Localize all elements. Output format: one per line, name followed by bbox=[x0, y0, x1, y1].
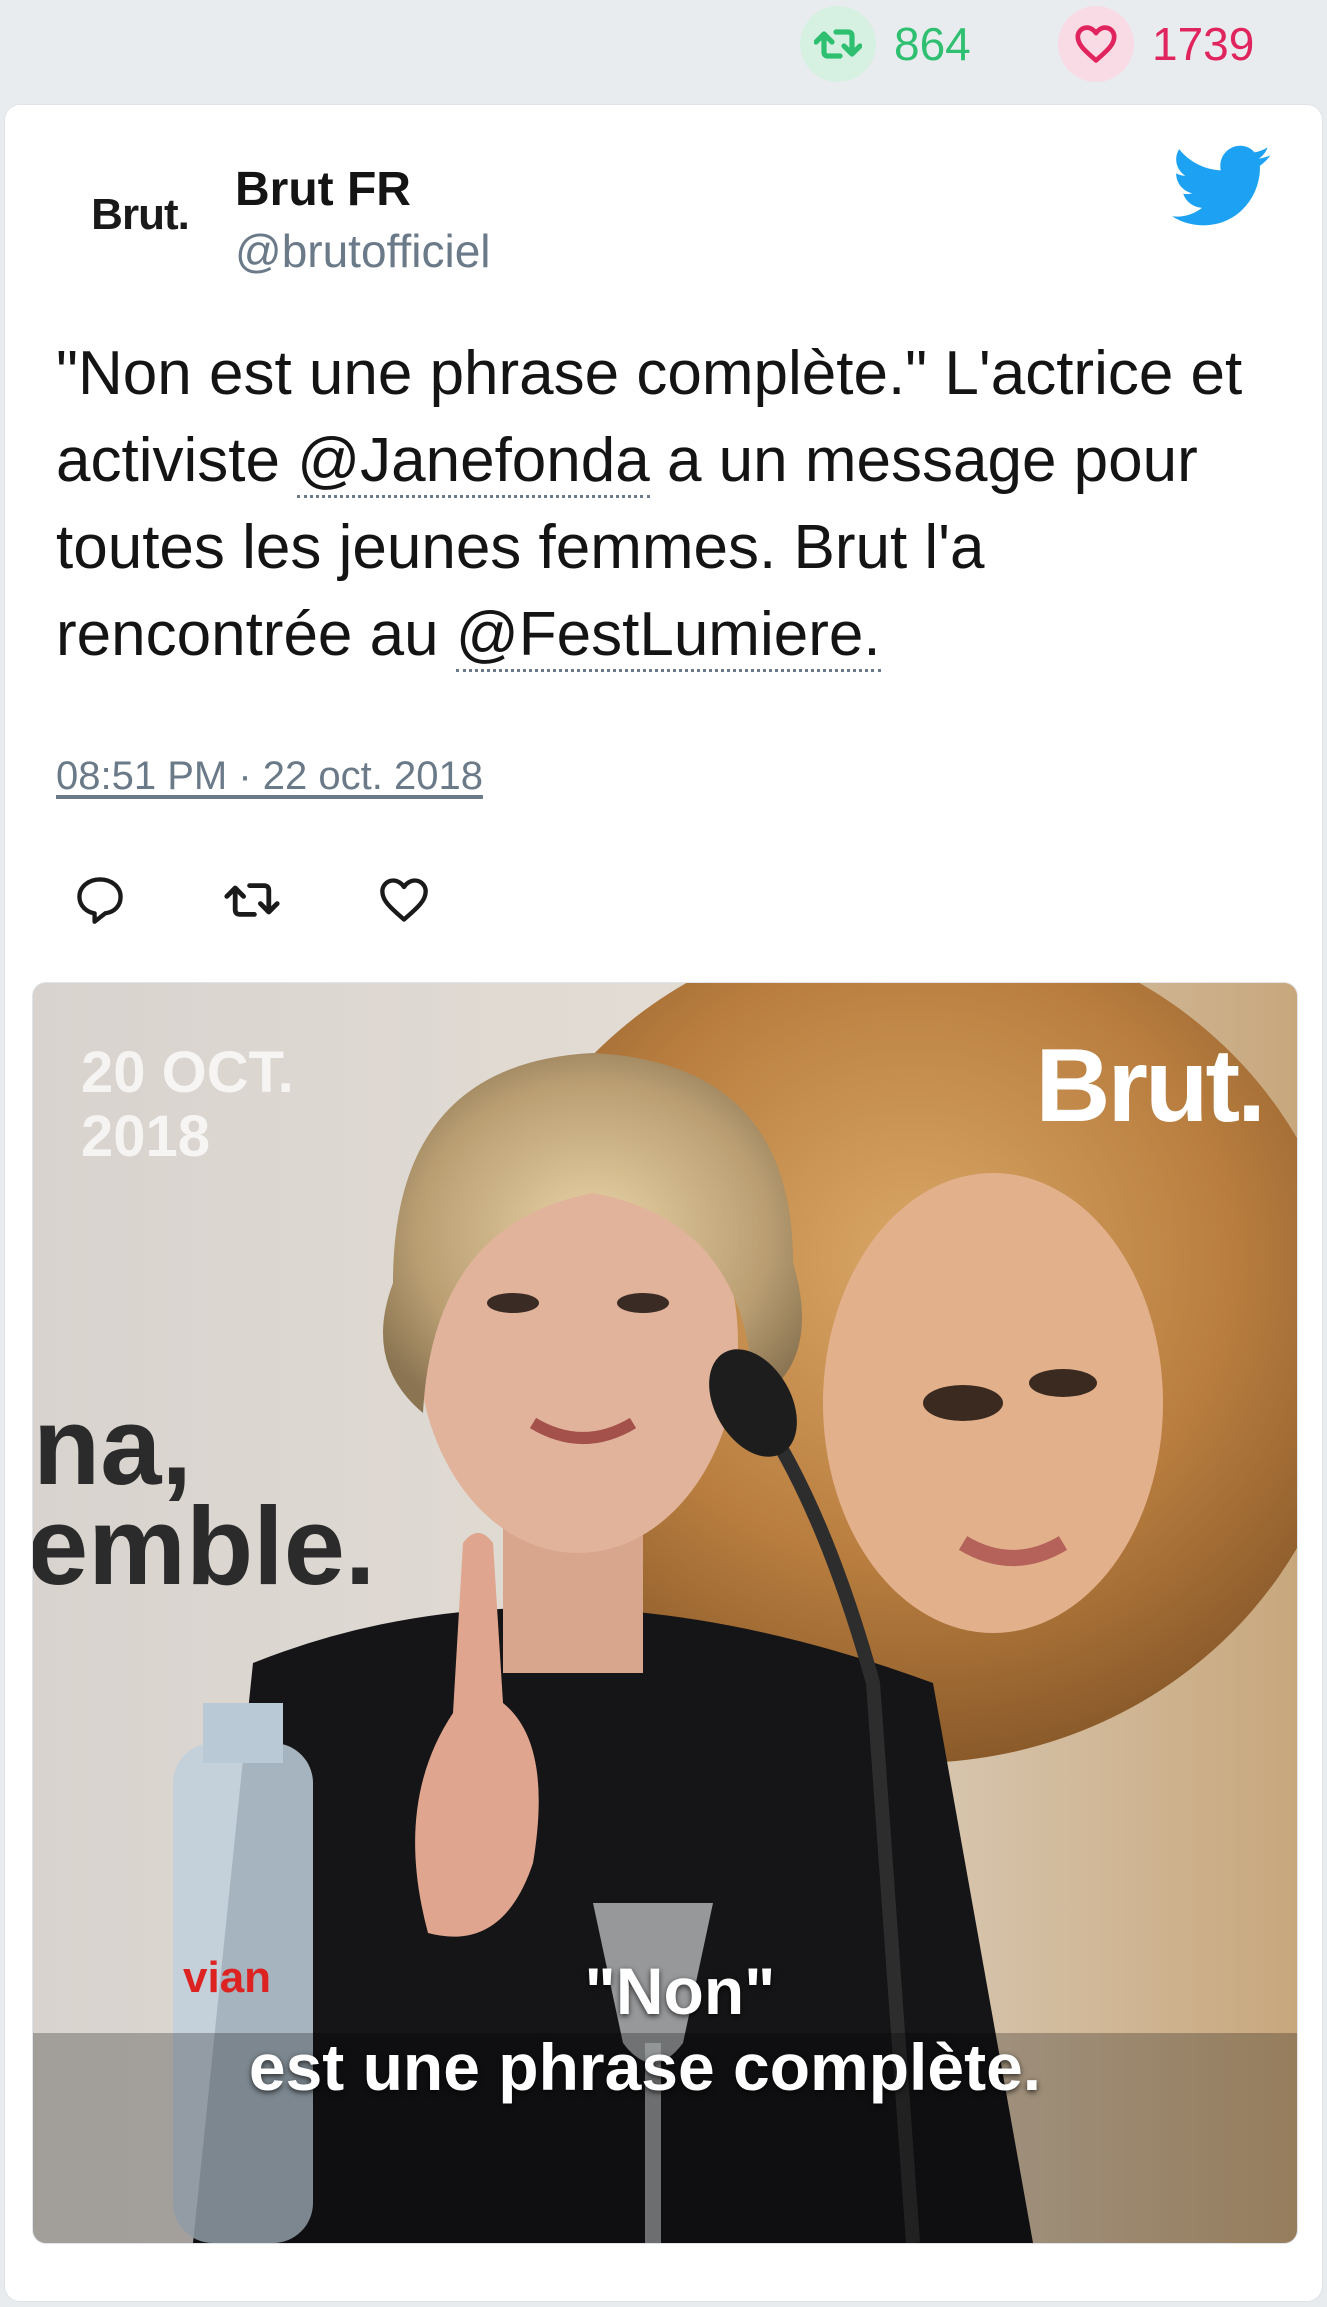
retweet-button[interactable] bbox=[222, 870, 282, 930]
like-count[interactable]: 1739 bbox=[1058, 6, 1255, 82]
avatar-logo-text: Brut. bbox=[91, 190, 190, 239]
heart-icon bbox=[1058, 6, 1134, 82]
tweet-actions bbox=[70, 870, 526, 930]
mention-janefonda[interactable]: @Janefonda bbox=[297, 426, 650, 498]
tweet-timestamp[interactable]: 08:51 PM · 22 oct. 2018 bbox=[56, 754, 483, 799]
tweet-video-thumbnail[interactable]: 20 OCT. 2018 Brut. na, emble. vian "Non"… bbox=[32, 982, 1298, 2244]
avatar[interactable]: Brut. bbox=[70, 160, 210, 270]
video-background-text-2: emble. bbox=[32, 1485, 376, 1608]
like-button[interactable] bbox=[374, 870, 434, 930]
video-caption-line-2: est une phrase complète. bbox=[248, 2030, 1042, 2104]
video-caption-line-1: "Non" bbox=[584, 1954, 776, 2028]
heart-icon bbox=[380, 878, 428, 922]
retweet-icon bbox=[800, 6, 876, 82]
retweet-count-value: 864 bbox=[894, 18, 971, 70]
retweet-count[interactable]: 864 bbox=[800, 6, 971, 82]
tweet-text: "Non est une phrase complète." L'actrice… bbox=[56, 330, 1286, 678]
retweet-icon bbox=[224, 883, 280, 917]
top-stats-bar: 864 1739 bbox=[0, 0, 1327, 100]
author-handle[interactable]: @brutofficiel bbox=[235, 224, 491, 278]
author-name[interactable]: Brut FR bbox=[235, 162, 411, 217]
like-count-value: 1739 bbox=[1152, 18, 1255, 70]
mention-festlumiere[interactable]: @FestLumiere. bbox=[455, 600, 881, 672]
video-date-overlay: 20 OCT. 2018 bbox=[81, 1040, 294, 1169]
twitter-bird-icon[interactable] bbox=[1172, 142, 1272, 232]
reply-icon bbox=[77, 877, 123, 924]
video-brut-logo: Brut. bbox=[1035, 1028, 1266, 1144]
reply-button[interactable] bbox=[70, 870, 130, 930]
